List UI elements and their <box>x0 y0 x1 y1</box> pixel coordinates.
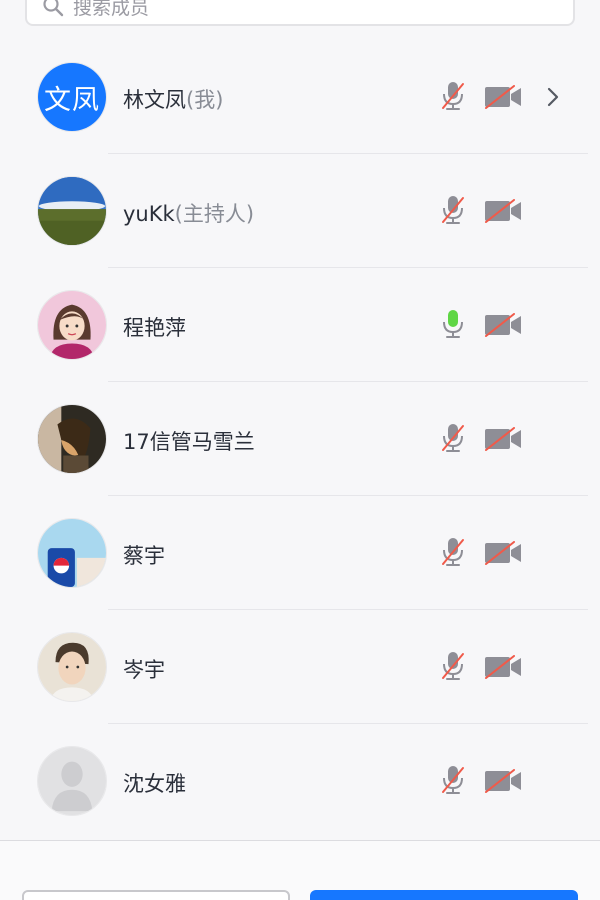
search-placeholder: 搜索成员 <box>73 0 150 19</box>
cartoon-woman-avatar <box>38 291 106 359</box>
avatar-initials: 文凤 <box>38 63 106 131</box>
mic-muted-icon[interactable] <box>440 80 466 112</box>
member-name: 程艳萍 <box>123 312 186 342</box>
member-name: 蔡宇 <box>123 540 165 570</box>
member-role: (主持人) <box>174 202 255 226</box>
avatar <box>37 518 107 588</box>
search-input[interactable]: 搜索成员 <box>25 0 575 26</box>
search-area: 搜索成员 <box>0 0 600 42</box>
camera-off-icon[interactable] <box>484 769 522 793</box>
member-name: 岑宇 <box>123 654 165 684</box>
member-name: yuKk(主持人) <box>123 198 254 228</box>
camera-off-icon[interactable] <box>484 85 522 109</box>
bottom-action-bar <box>0 841 600 900</box>
man-portrait-photo <box>38 633 106 701</box>
camera-off-icon[interactable] <box>484 199 522 223</box>
chevron-right-icon[interactable] <box>544 85 562 109</box>
member-name-text: 程艳萍 <box>123 316 186 340</box>
pepsi-can-photo <box>38 519 106 587</box>
member-name-text: 17信管马雪兰 <box>123 430 255 454</box>
member-name-text: 沈女雅 <box>123 772 186 796</box>
camera-off-icon[interactable] <box>484 427 522 451</box>
mic-muted-icon[interactable] <box>440 194 466 226</box>
mic-muted-icon[interactable] <box>440 422 466 454</box>
avatar <box>37 632 107 702</box>
member-name-text: 林文凤 <box>123 88 186 112</box>
camera-off-icon[interactable] <box>484 313 522 337</box>
camera-off-icon[interactable] <box>484 655 522 679</box>
mic-active-icon[interactable] <box>440 308 466 340</box>
primary-action-button[interactable] <box>310 890 578 900</box>
member-row[interactable]: 程艳萍 <box>0 268 600 382</box>
member-row[interactable]: yuKk(主持人) <box>0 154 600 268</box>
member-list: 文凤 林文凤(我) yuKk(主持人) 程艳萍 17信管马雪兰 蔡宇 岑宇 沈女… <box>0 40 600 838</box>
avatar <box>37 404 107 474</box>
avatar: 文凤 <box>37 62 107 132</box>
landscape-photo <box>38 177 106 245</box>
secondary-action-button[interactable] <box>22 890 290 900</box>
member-row[interactable]: 蔡宇 <box>0 496 600 610</box>
mic-muted-icon[interactable] <box>440 536 466 568</box>
default-user-icon <box>38 747 106 815</box>
camera-off-icon[interactable] <box>484 541 522 565</box>
member-name: 林文凤(我) <box>123 84 223 114</box>
avatar <box>37 746 107 816</box>
member-row[interactable]: 岑宇 <box>0 610 600 724</box>
portrait-photo <box>38 405 106 473</box>
avatar <box>37 290 107 360</box>
member-name: 17信管马雪兰 <box>123 426 255 456</box>
search-icon <box>43 0 64 17</box>
member-name-text: yuKk <box>123 202 175 226</box>
avatar <box>37 176 107 246</box>
mic-muted-icon[interactable] <box>440 650 466 682</box>
member-row[interactable]: 文凤 林文凤(我) <box>0 40 600 154</box>
member-name-text: 蔡宇 <box>123 544 165 568</box>
member-row[interactable]: 17信管马雪兰 <box>0 382 600 496</box>
member-name-text: 岑宇 <box>123 658 165 682</box>
mic-muted-icon[interactable] <box>440 764 466 796</box>
member-name: 沈女雅 <box>123 768 186 798</box>
member-role: (我) <box>186 88 224 112</box>
member-row[interactable]: 沈女雅 <box>0 724 600 838</box>
